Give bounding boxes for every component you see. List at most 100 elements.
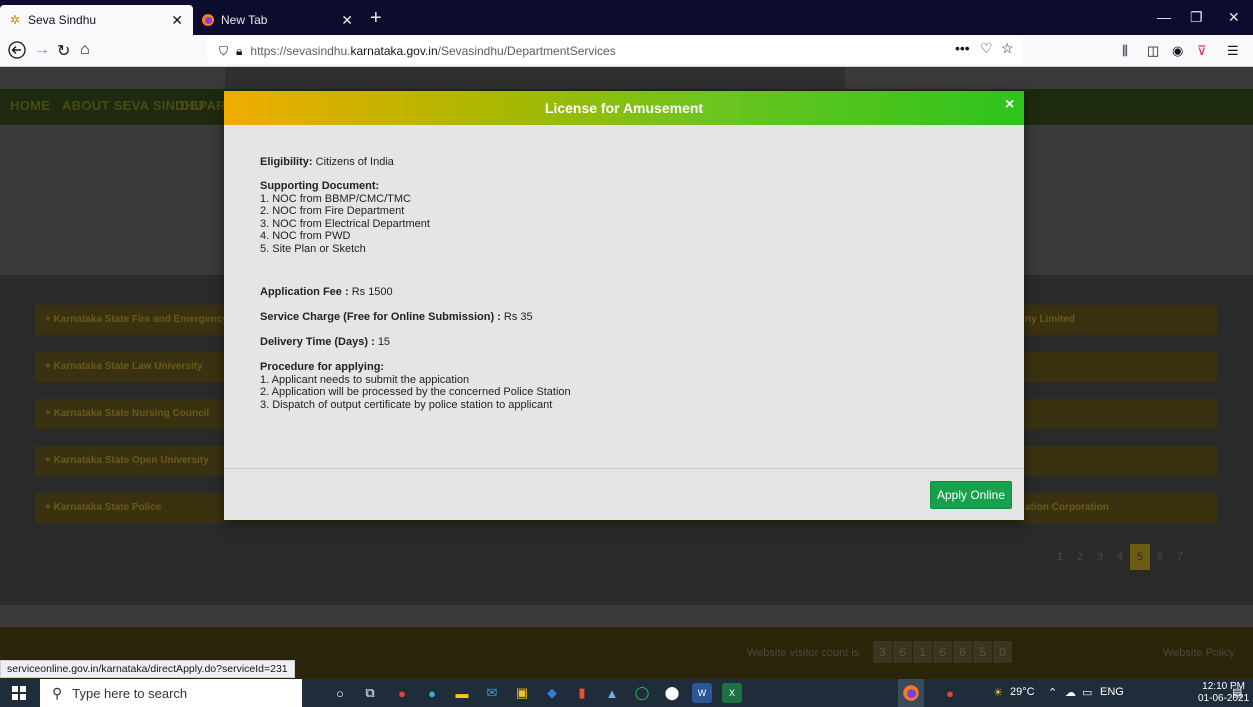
chrome-icon[interactable]: ●	[392, 683, 412, 703]
search-placeholder: Type here to search	[72, 685, 188, 701]
seva-sindhu-favicon-icon: ✲	[9, 13, 21, 27]
network-icon[interactable]: ▭	[1082, 686, 1092, 699]
visitor-digit: 3	[873, 641, 892, 663]
language-indicator[interactable]: ENG	[1100, 686, 1124, 698]
edge-icon[interactable]: ●	[422, 683, 442, 703]
shield-icon[interactable]: ⛉	[219, 44, 228, 59]
tab-title: Seva Sindhu	[28, 13, 97, 27]
word-icon[interactable]: W	[692, 683, 712, 703]
home-icon[interactable]: ⌂	[80, 41, 90, 59]
procedure-step: 3. Dispatch of output certificate by pol…	[260, 398, 553, 411]
visitor-digit: 0	[993, 641, 1012, 663]
visitor-digit: 6	[933, 641, 952, 663]
url-path: /Sevasindhu/DepartmentServices	[437, 44, 616, 58]
pagination: 1 2 3 4 5 6 7	[1050, 544, 1190, 570]
task-view-icon[interactable]: ⧉	[360, 683, 380, 703]
weather-icon[interactable]: ☀	[993, 686, 1003, 699]
windows-taskbar: ⚲ Type here to search ○ ⧉ ● ● ▬ ✉ ▣ ◆ ▮ …	[0, 679, 1253, 707]
excel-icon[interactable]: X	[722, 683, 742, 703]
tab-bar: ✲ Seva Sindhu ✕ New Tab ✕ + — ❐ ✕	[0, 0, 1253, 35]
page-link[interactable]: 4	[1110, 544, 1130, 570]
document-item: 2. NOC from Fire Department	[260, 205, 405, 218]
library-icon[interactable]: ⫼	[1122, 43, 1128, 59]
opera-icon[interactable]: ⬤	[662, 683, 682, 703]
windows-start-icon[interactable]	[12, 686, 26, 700]
reload-icon[interactable]: ↻	[57, 41, 70, 61]
chrome-taskbar-icon[interactable]: ●	[940, 683, 960, 703]
menu-hamburger-icon[interactable]: ☰	[1227, 43, 1239, 59]
pocket-icon[interactable]: ♡	[980, 40, 993, 57]
page-link[interactable]: 7	[1170, 544, 1190, 570]
page-link[interactable]: 1	[1050, 544, 1070, 570]
tab-new-tab[interactable]: New Tab ✕	[193, 5, 363, 35]
weather-temp[interactable]: 29°C	[1010, 686, 1035, 698]
bookmark-star-icon[interactable]: ☆	[1001, 40, 1014, 57]
charge-value: Rs 35	[503, 311, 533, 323]
store-icon[interactable]: ▣	[512, 683, 532, 703]
service-charge: Service Charge (Free for Online Submissi…	[260, 311, 533, 324]
charge-label: Service Charge (Free for Online Submissi…	[260, 311, 501, 323]
notification-center-icon[interactable]: ▤	[1232, 686, 1242, 699]
office-icon[interactable]: ▮	[572, 683, 592, 703]
close-icon[interactable]: ×	[1005, 96, 1014, 114]
document-item: 5. Site Plan or Sketch	[260, 242, 366, 255]
file-explorer-icon[interactable]: ▬	[452, 683, 472, 703]
document-item: 4. NOC from PWD	[260, 230, 351, 243]
circle-app-icon[interactable]: ◯	[632, 683, 652, 703]
visitor-count-label: Website visitor count is	[747, 647, 860, 659]
supporting-documents: Supporting Document: 1. NOC from BBMP/CM…	[260, 180, 430, 256]
tray-chevron-up-icon[interactable]: ⌃	[1048, 686, 1057, 699]
minimize-icon[interactable]: —	[1157, 9, 1171, 25]
pocket-save-icon[interactable]: ⊽	[1197, 43, 1207, 59]
delivery-value: 15	[377, 336, 391, 348]
close-tab-icon[interactable]: ✕	[341, 12, 353, 29]
close-tab-icon[interactable]: ✕	[171, 12, 183, 29]
cloud-icon[interactable]: ☁	[1065, 686, 1076, 699]
taskbar-search-box[interactable]: ⚲ Type here to search	[40, 679, 302, 707]
modal-divider	[224, 468, 1024, 469]
supporting-label: Supporting Document:	[260, 180, 380, 192]
apply-online-button[interactable]: Apply Online	[930, 481, 1012, 509]
url-prefix: https://sevasindhu.	[250, 44, 351, 58]
page-link-current[interactable]: 5	[1130, 544, 1150, 570]
header-banner	[225, 67, 845, 89]
fee-value: Rs 1500	[351, 286, 393, 298]
website-policy-link[interactable]: Website Policy	[1163, 647, 1235, 659]
modal-title: License for Amusement	[544, 100, 704, 116]
window-close-icon[interactable]: ✕	[1228, 9, 1240, 26]
status-url: serviceonline.gov.in/karnataka/directApp…	[7, 663, 288, 675]
document-item: 3. NOC from Electrical Department	[260, 217, 430, 230]
lock-icon[interactable]: 🔒︎	[236, 44, 242, 59]
page-link[interactable]: 2	[1070, 544, 1090, 570]
page-link[interactable]: 6	[1150, 544, 1170, 570]
firefox-taskbar-icon[interactable]	[898, 679, 924, 707]
restore-icon[interactable]: ❐	[1190, 9, 1203, 26]
fee-label: Application Fee :	[260, 286, 349, 298]
eligibility-value: Citizens of India	[315, 156, 394, 168]
new-tab-button[interactable]: +	[370, 7, 382, 30]
firefox-icon	[201, 13, 215, 27]
procedure: Procedure for applying: 1. Applicant nee…	[260, 361, 571, 411]
sidebar-icon[interactable]: ◫	[1147, 43, 1159, 59]
modal-header: License for Amusement ×	[224, 91, 1024, 125]
link-status-bar: serviceonline.gov.in/karnataka/directApp…	[0, 660, 295, 678]
search-icon: ⚲	[52, 684, 63, 701]
page-link[interactable]: 3	[1090, 544, 1110, 570]
visitor-digit: 6	[893, 641, 912, 663]
forward-arrow-icon[interactable]: →	[34, 41, 50, 59]
visitor-digit: 5	[973, 641, 992, 663]
page-actions-menu[interactable]: •••	[955, 40, 970, 56]
back-arrow-icon[interactable]	[8, 41, 26, 64]
extension-icon[interactable]: ◉	[1172, 43, 1183, 59]
app-icon[interactable]: ◆	[542, 683, 562, 703]
cortana-icon[interactable]: ○	[330, 683, 350, 703]
nav-home[interactable]: HOME	[10, 98, 50, 113]
procedure-step: 1. Applicant needs to submit the appicat…	[260, 373, 470, 386]
url-domain: karnataka.gov.in	[350, 44, 438, 58]
application-fee: Application Fee : Rs 1500	[260, 286, 393, 299]
address-bar[interactable]: ⛉ 🔒︎ https://sevasindhu. karnataka.gov.i…	[207, 38, 1022, 64]
document-app-icon[interactable]: ▲	[602, 683, 622, 703]
tab-seva-sindhu[interactable]: ✲ Seva Sindhu ✕	[0, 5, 193, 35]
mail-icon[interactable]: ✉	[482, 683, 502, 703]
visitor-counter: 3 6 1 6 6 5 0	[873, 641, 1013, 663]
